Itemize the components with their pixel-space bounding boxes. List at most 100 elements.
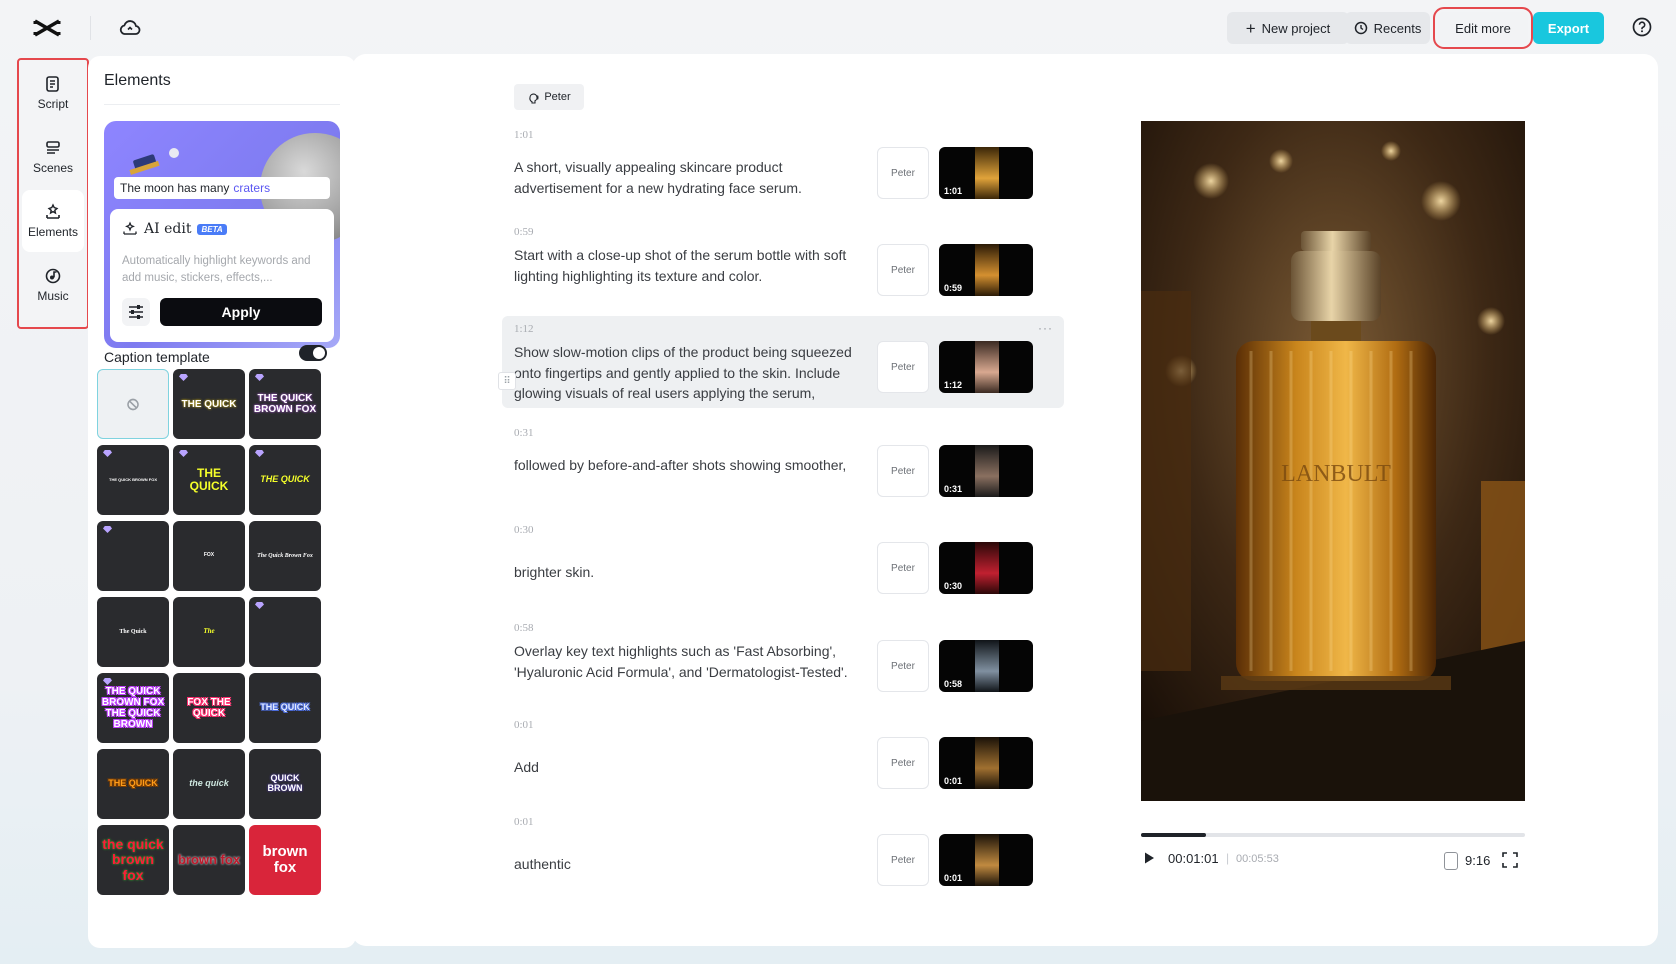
caption-template-4[interactable]: THE QUICK BROWN FOX — [97, 445, 169, 515]
segment-text[interactable]: authentic — [514, 854, 864, 875]
rail-item-script[interactable]: Script — [22, 62, 84, 124]
segment-thumbnail[interactable]: 0:01 — [939, 737, 1033, 789]
segment-time: 0:59 — [514, 226, 534, 238]
rail-item-scenes[interactable]: Scenes — [22, 126, 84, 188]
caption-template-5[interactable]: THE QUICK — [173, 445, 245, 515]
ai-edit-box: AI edit BETA Automatically highlight key… — [110, 209, 334, 342]
rail-item-elements[interactable]: Elements — [22, 190, 84, 252]
cloud-sync-icon[interactable] — [118, 16, 142, 40]
script-segment[interactable]: 0:01 Add Peter 0:01 — [502, 712, 1064, 802]
caption-template-6[interactable]: THE QUICK — [249, 445, 321, 515]
segment-voice-button[interactable]: Peter — [877, 244, 929, 296]
segment-voice-button[interactable]: Peter — [877, 445, 929, 497]
caption-template-1[interactable]: ⦸ — [97, 369, 169, 439]
speaker-chip[interactable]: Peter — [514, 84, 584, 110]
caption-template-7[interactable] — [97, 521, 169, 591]
segment-thumbnail[interactable]: 1:12 — [939, 341, 1033, 393]
help-icon[interactable] — [1631, 16, 1653, 38]
capcut-logo-icon — [33, 19, 61, 37]
ai-edit-label: AI edit — [144, 221, 192, 237]
segment-thumbnail[interactable]: 0:58 — [939, 640, 1033, 692]
caption-template-14[interactable]: FOX THE QUICK — [173, 673, 245, 743]
caption-template-sample-text: THE QUICK BROWN FOX — [109, 476, 157, 482]
total-time: 00:05:53 — [1236, 853, 1279, 865]
more-options-icon[interactable]: ··· — [1038, 321, 1053, 335]
playback-progress-bar[interactable] — [1141, 833, 1525, 837]
script-segment[interactable]: 0:01 authentic Peter 0:01 — [502, 809, 1064, 899]
segment-voice-button[interactable]: Peter — [877, 542, 929, 594]
play-icon[interactable] — [1142, 851, 1156, 865]
segment-thumbnail[interactable]: 1:01 — [939, 147, 1033, 199]
caption-template-sample-text: THE QUICK — [189, 465, 229, 493]
segment-text[interactable]: followed by before-and-after shots showi… — [514, 455, 864, 476]
script-segment[interactable]: 0:30 brighter skin. Peter 0:30 — [502, 517, 1064, 607]
new-project-button[interactable]: + New project — [1227, 12, 1349, 44]
no-caption-icon: ⦸ — [127, 393, 139, 414]
fullscreen-icon[interactable] — [1502, 852, 1518, 868]
caption-template-19[interactable]: the quick brown fox — [97, 825, 169, 895]
caption-template-16[interactable]: THE QUICK — [97, 749, 169, 819]
ai-edit-settings-button[interactable] — [122, 298, 150, 326]
caption-template-11[interactable]: The — [173, 597, 245, 667]
segment-text[interactable]: Start with a close-up shot of the serum … — [514, 245, 864, 286]
segment-thumbnail[interactable]: 0:01 — [939, 834, 1033, 886]
segment-text[interactable]: Overlay key text highlights such as 'Fas… — [514, 641, 864, 682]
caption-template-15[interactable]: THE QUICK — [249, 673, 321, 743]
segment-text[interactable]: Add — [514, 757, 864, 778]
script-segment[interactable]: 0:58 Overlay key text highlights such as … — [502, 615, 1064, 705]
rail-item-label: Music — [37, 289, 69, 303]
rail-item-label: Elements — [27, 225, 79, 239]
segment-voice-button[interactable]: Peter — [877, 834, 929, 886]
caption-template-sample-text: FOX — [203, 552, 215, 559]
caption-template-12[interactable] — [249, 597, 321, 667]
video-preview[interactable]: LANBULT — [1141, 121, 1525, 801]
premium-gem-icon — [103, 450, 112, 457]
time-separator: | — [1226, 851, 1230, 865]
rail-item-music[interactable]: Music — [22, 254, 84, 316]
caption-template-sample-text: THE QUICK BROWN FOX THE QUICK BROWN — [101, 686, 165, 730]
script-segment[interactable]: 1:12 Show slow-motion clips of the produc… — [502, 316, 1064, 408]
segment-thumbnail-image — [975, 834, 999, 886]
recents-button[interactable]: Recents — [1345, 12, 1430, 44]
script-segment[interactable]: 0:31 followed by before-and-after shots s… — [502, 420, 1064, 510]
segment-thumbnail[interactable]: 0:59 — [939, 244, 1033, 296]
segment-voice-button[interactable]: Peter — [877, 341, 929, 393]
segment-thumbnail[interactable]: 0:30 — [939, 542, 1033, 594]
aspect-ratio-label[interactable]: 9:16 — [1465, 853, 1490, 868]
segment-text[interactable]: Show slow-motion clips of the product be… — [514, 342, 864, 404]
caption-template-toggle[interactable] — [299, 345, 327, 361]
drag-handle-icon[interactable]: ⠿ — [498, 372, 516, 390]
caption-template-20[interactable]: brown fox — [173, 825, 245, 895]
segment-thumbnail-image — [975, 244, 999, 296]
segment-voice-button[interactable]: Peter — [877, 640, 929, 692]
elements-icon — [46, 203, 60, 219]
caption-template-sample-text: The Quick Brown Fox — [257, 552, 313, 559]
caption-template-3[interactable]: THE QUICK BROWN FOX — [249, 369, 321, 439]
caption-template-10[interactable]: The Quick — [97, 597, 169, 667]
premium-gem-icon — [103, 526, 112, 533]
segment-thumbnail-image — [975, 737, 999, 789]
export-button[interactable]: Export — [1533, 12, 1604, 44]
caption-template-18[interactable]: QUICK BROWN — [249, 749, 321, 819]
caption-template-label: Caption template — [104, 349, 210, 365]
segment-text[interactable]: A short, visually appealing skincare pro… — [514, 157, 864, 198]
caption-template-sample-text: the quick — [189, 778, 229, 789]
edit-more-button[interactable]: Edit more — [1433, 7, 1533, 49]
caption-template-17[interactable]: the quick — [173, 749, 245, 819]
segment-time: 0:31 — [514, 427, 534, 439]
script-segment[interactable]: 1:01 A short, visually appealing skincare… — [502, 122, 1064, 212]
caption-template-8[interactable]: FOX — [173, 521, 245, 591]
segment-voice-button[interactable]: Peter — [877, 147, 929, 199]
segment-text[interactable]: brighter skin. — [514, 562, 864, 583]
apply-button[interactable]: Apply — [160, 298, 322, 326]
caption-template-2[interactable]: THE QUICK — [173, 369, 245, 439]
export-label: Export — [1547, 20, 1590, 36]
caption-template-21[interactable]: brown fox — [249, 825, 321, 895]
segment-voice-button[interactable]: Peter — [877, 737, 929, 789]
segment-thumbnail-image — [975, 445, 999, 497]
caption-template-13[interactable]: THE QUICK BROWN FOX THE QUICK BROWN — [97, 673, 169, 743]
aspect-ratio-icon[interactable] — [1444, 852, 1458, 870]
caption-template-9[interactable]: The Quick Brown Fox — [249, 521, 321, 591]
script-segment[interactable]: 0:59 Start with a close-up shot of the se… — [502, 219, 1064, 309]
segment-thumbnail[interactable]: 0:31 — [939, 445, 1033, 497]
